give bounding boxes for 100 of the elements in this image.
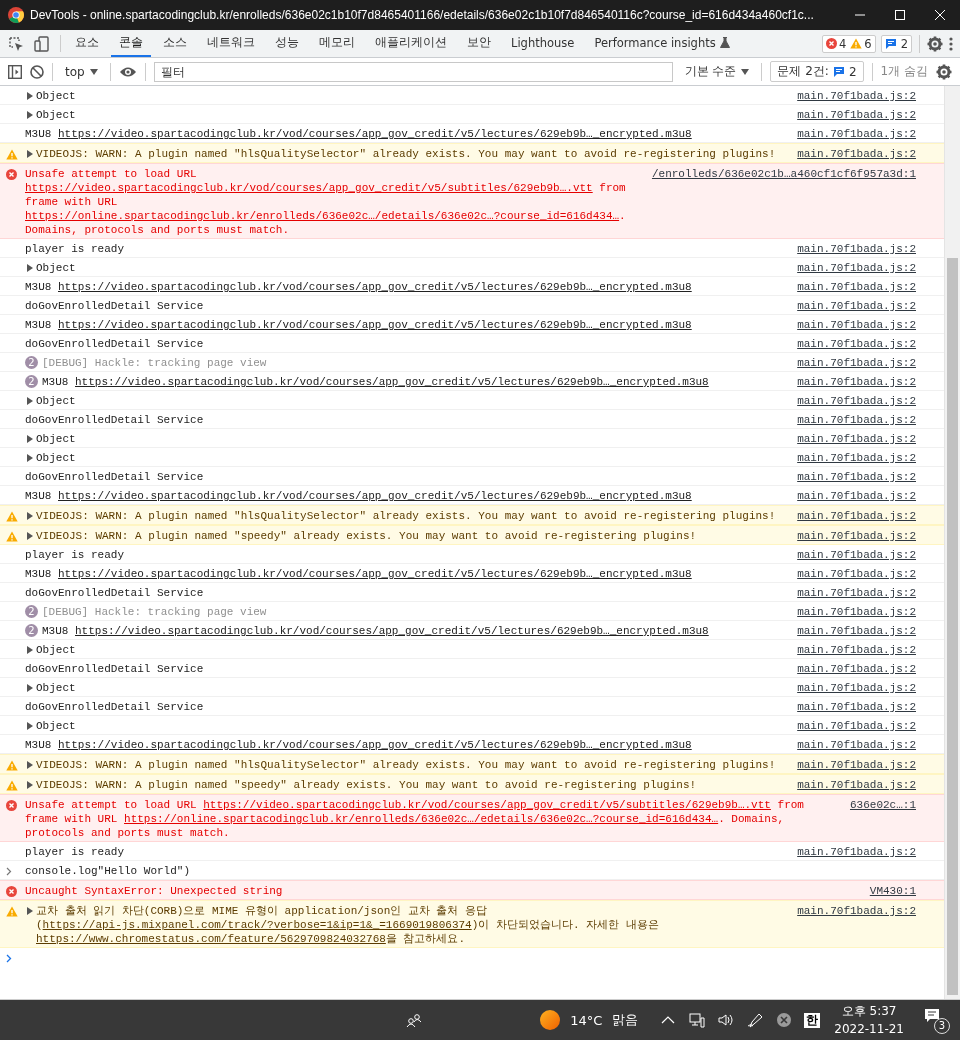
source-link[interactable]: main.70f1bada.js:2 (797, 394, 916, 408)
source-link[interactable]: main.70f1bada.js:2 (797, 778, 916, 792)
panel-tab[interactable]: 메모리 (311, 30, 363, 57)
source-link[interactable]: main.70f1bada.js:2 (797, 904, 916, 918)
source-link[interactable]: main.70f1bada.js:2 (797, 567, 916, 581)
panel-tab[interactable]: Performance insights (586, 30, 738, 57)
console-message: doGovEnrolledDetail Service (25, 700, 205, 714)
source-link[interactable]: main.70f1bada.js:2 (797, 489, 916, 503)
console-message: M3U8 https://video.spartacodingclub.kr/vod/courses/app_gov_credit/v5/lectures/629eb9b…_encrypted.m3u8 (42, 375, 710, 389)
source-link[interactable]: main.70f1bada.js:2 (797, 586, 916, 600)
console-message: doGovEnrolledDetail Service (25, 337, 205, 351)
issues-button[interactable]: 문제 2건: 2 (770, 61, 864, 82)
console-message: Object (36, 89, 77, 103)
console-message: M3U8 https://video.spartacodingclub.kr/vod/courses/app_gov_credit/v5/lectures/629eb9b…_encrypted.m3u8 (25, 738, 693, 752)
console-message: M3U8 https://video.spartacodingclub.kr/vod/courses/app_gov_credit/v5/lectures/629eb9b…_encrypted.m3u8 (25, 318, 693, 332)
url-link[interactable]: https://video.spartacodingclub.kr/vod/courses/app_gov_credit/v5/lectures/629eb9b…_encrypted.m3u8 (58, 739, 692, 751)
log-level-dropdown[interactable]: 기본 수준 (680, 61, 754, 82)
source-link[interactable]: main.70f1bada.js:2 (797, 147, 916, 161)
console-message: VIDEOJS: WARN: A plugin named "hlsQualitySelector" already exists. You may want to avoid re-registering plugins! (36, 147, 777, 161)
console-message: M3U8 https://video.spartacodingclub.kr/vod/courses/app_gov_credit/v5/lectures/629eb9b…_encrypted.m3u8 (25, 280, 693, 294)
notification-count-badge: 3 (934, 1018, 950, 1034)
url-link[interactable]: https://video.spartacodingclub.kr/vod/courses/app_gov_credit/v5/lectures/629eb9b…_encrypted.m3u8 (75, 625, 709, 637)
source-link[interactable]: main.70f1bada.js:2 (797, 643, 916, 657)
window-title: DevTools - online.spartacodingclub.kr/enrolleds/636e02c1b10f7d8465401166/edetails/636e02c1b10f7d846540116c?course_id=616d434a460cf1c... (30, 8, 814, 22)
error-warning-counter[interactable]: 4 6 (822, 34, 876, 53)
source-link[interactable]: main.70f1bada.js:2 (797, 108, 916, 122)
console-message: Object (36, 108, 77, 122)
source-link[interactable]: main.70f1bada.js:2 (797, 662, 916, 676)
repeat-count-badge: 2 (25, 624, 38, 637)
filter-field[interactable]: 필터 (153, 61, 673, 82)
repeat-count-badge: 2 (25, 375, 38, 388)
url-link[interactable]: https://video.spartacodingclub.kr/vod/courses/app_gov_credit/v5/lectures/629eb9b…_encrypted.m3u8 (75, 376, 709, 388)
url-link[interactable]: https://online.spartacodingclub.kr/enrolleds/636e02c…/edetails/636e02c…?course_id=616d434… (25, 210, 620, 222)
source-link[interactable]: main.70f1bada.js:2 (797, 413, 916, 427)
source-link[interactable]: main.70f1bada.js:2 (797, 432, 916, 446)
source-link[interactable]: main.70f1bada.js:2 (797, 375, 916, 389)
source-link[interactable]: main.70f1bada.js:2 (797, 337, 916, 351)
ime-indicator[interactable]: 한 (804, 1012, 821, 1028)
context-dropdown[interactable]: top (61, 62, 102, 81)
url-link[interactable]: https://api-js.mixpanel.com/track/?verbose=1&ip=1&_=1669019806374 (42, 919, 472, 931)
console-message: doGovEnrolledDetail Service (25, 470, 205, 484)
url-link[interactable]: https://online.spartacodingclub.kr/enrolleds/636e02c…/edetails/636e02c…?course_id=616d434… (124, 813, 719, 825)
url-link[interactable]: https://www.chromestatus.com/feature/5629709824032768 (36, 933, 386, 945)
console-message: Object (36, 394, 77, 408)
console-input-text: console.log"Hello World") (25, 864, 192, 878)
console-message: Unsafe attempt to load URL https://video.spartacodingclub.kr/vod/courses/app_gov_credit/v5/subtitles/629eb9b….vtt from frame with URL https://online.spartacodingclub.kr/enrolleds/636e02c…/edetails/636e02c…?course_id=616d434…. Domains, protocols and ports must match. (25, 798, 805, 840)
source-link[interactable]: main.70f1bada.js:2 (797, 470, 916, 484)
console-message: Object (36, 432, 77, 446)
url-link[interactable]: https://video.spartacodingclub.kr/vod/courses/app_gov_credit/v5/lectures/629eb9b…_encrypted.m3u8 (58, 568, 692, 580)
console-message: VIDEOJS: WARN: A plugin named "speedy" already exists. You may want to avoid re-registering plugins! (36, 778, 698, 792)
source-link[interactable]: main.70f1bada.js:2 (797, 318, 916, 332)
panel-tab[interactable]: 소스 (155, 30, 195, 57)
panel-tab[interactable]: 애플리케이션 (367, 30, 455, 57)
url-link[interactable]: https://video.spartacodingclub.kr/vod/courses/app_gov_credit/v5/subtitles/629eb9b….vtt (25, 182, 593, 194)
source-link[interactable]: main.70f1bada.js:2 (797, 738, 916, 752)
clock[interactable]: 오후 5:37 2022-11-21 (834, 1002, 904, 1038)
error-count: 4 (839, 36, 847, 51)
source-link[interactable]: main.70f1bada.js:2 (797, 624, 916, 638)
source-link[interactable]: main.70f1bada.js:2 (797, 261, 916, 275)
hidden-count: 1개 숨김 (880, 63, 928, 80)
panel-tab[interactable]: 요소 (67, 30, 107, 57)
source-link[interactable]: main.70f1bada.js:2 (797, 719, 916, 733)
notification-button[interactable]: 3 (922, 1006, 950, 1034)
panel-tab[interactable]: 성능 (267, 30, 307, 57)
console-message: Object (36, 643, 77, 657)
panel-tab[interactable]: Lighthouse (503, 30, 583, 57)
source-link[interactable]: main.70f1bada.js:2 (797, 127, 916, 141)
url-link[interactable]: https://video.spartacodingclub.kr/vod/courses/app_gov_credit/v5/lectures/629eb9b…_encrypted.m3u8 (58, 281, 692, 293)
source-link[interactable]: main.70f1bada.js:2 (797, 89, 916, 103)
source-link[interactable]: main.70f1bada.js:2 (797, 356, 916, 370)
issues-count: 2 (900, 36, 908, 51)
url-link[interactable]: https://video.spartacodingclub.kr/vod/courses/app_gov_credit/v5/lectures/629eb9b…_encrypted.m3u8 (58, 490, 692, 502)
panel-tab[interactable]: 보안 (459, 30, 499, 57)
source-link[interactable]: main.70f1bada.js:2 (797, 529, 916, 543)
console-message: doGovEnrolledDetail Service (25, 662, 205, 676)
source-link[interactable]: main.70f1bada.js:2 (797, 299, 916, 313)
console-message: M3U8 https://video.spartacodingclub.kr/vod/courses/app_gov_credit/v5/lectures/629eb9b…_encrypted.m3u8 (25, 567, 693, 581)
source-link[interactable]: 636e02c…:1 (850, 798, 916, 812)
source-link[interactable]: main.70f1bada.js:2 (797, 451, 916, 465)
source-link[interactable]: main.70f1bada.js:2 (797, 605, 916, 619)
source-link[interactable]: main.70f1bada.js:2 (797, 700, 916, 714)
console-message: VIDEOJS: WARN: A plugin named "speedy" already exists. You may want to avoid re-registering plugins! (36, 529, 698, 543)
source-link[interactable]: VM430:1 (869, 884, 916, 898)
source-link[interactable]: /enrolleds/636e02c1b…a460cf1cf6f957a3d:1 (651, 167, 916, 181)
source-link[interactable]: main.70f1bada.js:2 (797, 681, 916, 695)
url-link[interactable]: https://video.spartacodingclub.kr/vod/courses/app_gov_credit/v5/lectures/629eb9b…_encrypted.m3u8 (58, 319, 692, 331)
console-message: 교차 출처 읽기 차단(CORB)으로 MIME 유형이 application/json인 교차 출처 응답(https://api-js.mixpanel.com/track/?verbose=1&ip=1&_=1669019806374)이 차단되었습니다. 자세한 내용은 https://www.chromestatus.com/feature/5629709824032768을 참고하세요. (36, 904, 660, 946)
console-message: Object (36, 719, 77, 733)
console-message: M3U8 https://video.spartacodingclub.kr/vod/courses/app_gov_credit/v5/lectures/629eb9b…_encrypted.m3u8 (42, 624, 710, 638)
issues-counter[interactable]: 2 (880, 34, 912, 53)
repeat-count-badge: 2 (25, 605, 38, 618)
source-link[interactable]: main.70f1bada.js:2 (797, 509, 916, 523)
url-link[interactable]: https://video.spartacodingclub.kr/vod/courses/app_gov_credit/v5/subtitles/629eb9b….vtt (203, 799, 771, 811)
source-link[interactable]: main.70f1bada.js:2 (797, 758, 916, 772)
source-link[interactable]: main.70f1bada.js:2 (797, 280, 916, 294)
source-link[interactable]: main.70f1bada.js:2 (797, 548, 916, 562)
source-link[interactable]: main.70f1bada.js:2 (797, 845, 916, 859)
panel-tab[interactable]: 네트워크 (199, 30, 263, 57)
url-link[interactable]: https://video.spartacodingclub.kr/vod/courses/app_gov_credit/v5/lectures/629eb9b…_encrypted.m3u8 (58, 128, 692, 140)
source-link[interactable]: main.70f1bada.js:2 (797, 242, 916, 256)
